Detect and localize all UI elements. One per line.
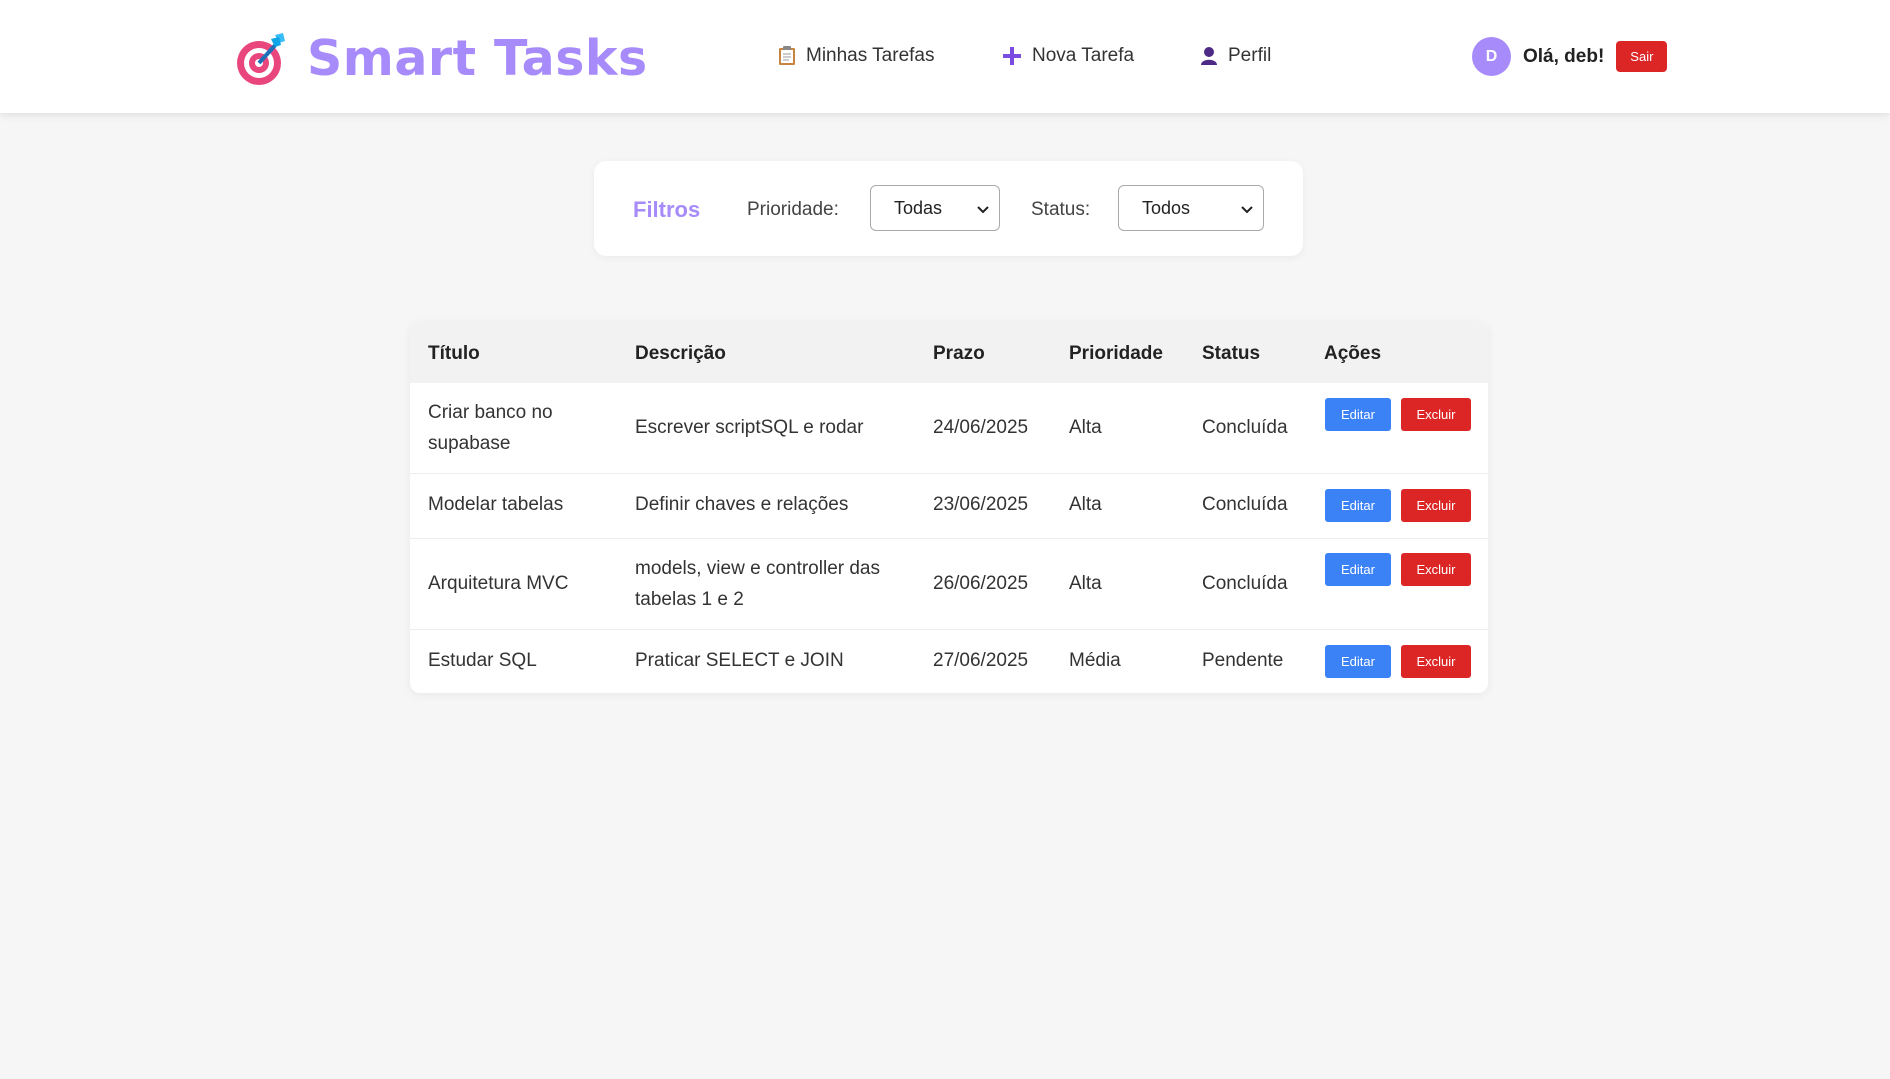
delete-button[interactable]: Excluir (1401, 489, 1471, 522)
task-description: Escrever scriptSQL e rodar (635, 417, 864, 438)
task-title: Criar banco no supabase (428, 402, 553, 454)
task-title: Arquitetura MVC (428, 573, 569, 594)
avatar[interactable]: D (1472, 37, 1511, 76)
nav-new-task[interactable]: Nova Tarefa (1002, 45, 1134, 67)
nav-my-tasks[interactable]: Minhas Tarefas (778, 45, 935, 67)
table-header: Título Descrição Prazo Prioridade Status… (410, 322, 1488, 383)
column-header-description: Descrição (635, 343, 726, 364)
filters-title: Filtros (633, 197, 701, 222)
nav-profile[interactable]: Perfil (1200, 45, 1271, 67)
chevron-down-icon (1241, 198, 1253, 219)
table-row: Criar banco no supabase Escrever scriptS… (410, 383, 1488, 474)
task-title: Estudar SQL (428, 650, 537, 671)
task-description: Praticar SELECT e JOIN (635, 650, 844, 671)
task-deadline: 24/06/2025 (933, 417, 1029, 438)
column-header-priority: Prioridade (1069, 343, 1163, 364)
column-header-status: Status (1202, 343, 1261, 364)
target-dart-icon (235, 31, 287, 87)
task-status: Concluída (1202, 573, 1288, 594)
task-priority: Alta (1069, 417, 1102, 438)
task-title: Modelar tabelas (428, 494, 564, 515)
edit-button[interactable]: Editar (1325, 645, 1391, 678)
column-header-title: Título (428, 343, 480, 364)
edit-button[interactable]: Editar (1325, 489, 1391, 522)
plus-icon (1002, 46, 1022, 66)
top-header: Smart Tasks Minhas Tarefas Nova Tarefa P… (0, 0, 1890, 113)
clipboard-icon (778, 46, 796, 66)
delete-button[interactable]: Excluir (1401, 398, 1471, 431)
task-deadline: 23/06/2025 (933, 494, 1029, 515)
tasks-table: Título Descrição Prazo Prioridade Status… (410, 322, 1488, 693)
filters-panel: Filtros Prioridade: Todas Status: Todos (594, 161, 1303, 256)
chevron-down-icon (977, 198, 989, 219)
user-greeting: Olá, deb! (1523, 45, 1605, 67)
task-description: models, view e controller das tabelas 1 … (635, 558, 880, 610)
task-status: Pendente (1202, 650, 1284, 671)
row-actions: Editar Excluir (1325, 398, 1471, 431)
nav-new-task-label: Nova Tarefa (1032, 45, 1135, 66)
task-priority: Média (1069, 650, 1121, 671)
status-select-value: Todos (1142, 197, 1191, 218)
column-header-deadline: Prazo (933, 343, 985, 364)
task-deadline: 26/06/2025 (933, 573, 1029, 594)
delete-button[interactable]: Excluir (1401, 553, 1471, 586)
task-priority: Alta (1069, 573, 1102, 594)
priority-filter-label: Prioridade: (747, 199, 839, 220)
column-header-actions: Ações (1324, 343, 1382, 364)
table-row: Estudar SQL Praticar SELECT e JOIN 27/06… (410, 630, 1488, 693)
task-priority: Alta (1069, 494, 1102, 515)
task-description: Definir chaves e relações (635, 494, 849, 515)
nav-my-tasks-label: Minhas Tarefas (806, 45, 935, 66)
table-row: Arquitetura MVC models, view e controlle… (410, 539, 1488, 630)
edit-button[interactable]: Editar (1325, 398, 1391, 431)
user-area: D Olá, deb! Sair (1472, 37, 1668, 76)
row-actions: Editar Excluir (1325, 553, 1471, 586)
task-deadline: 27/06/2025 (933, 650, 1029, 671)
row-actions: Editar Excluir (1325, 489, 1471, 522)
task-status: Concluída (1202, 494, 1288, 515)
status-filter-label: Status: (1031, 199, 1091, 220)
priority-select[interactable]: Todas (870, 185, 1000, 231)
logout-button[interactable]: Sair (1616, 41, 1668, 72)
nav-profile-label: Perfil (1228, 45, 1272, 66)
app-title: Smart Tasks (307, 30, 648, 87)
status-select[interactable]: Todos (1118, 185, 1264, 231)
priority-select-value: Todas (894, 197, 943, 218)
edit-button[interactable]: Editar (1325, 553, 1391, 586)
table-row: Modelar tabelas Definir chaves e relaçõe… (410, 474, 1488, 539)
user-icon (1200, 46, 1218, 66)
row-actions: Editar Excluir (1325, 645, 1471, 678)
task-status: Concluída (1202, 417, 1288, 438)
logo[interactable]: Smart Tasks (235, 30, 648, 87)
delete-button[interactable]: Excluir (1401, 645, 1471, 678)
